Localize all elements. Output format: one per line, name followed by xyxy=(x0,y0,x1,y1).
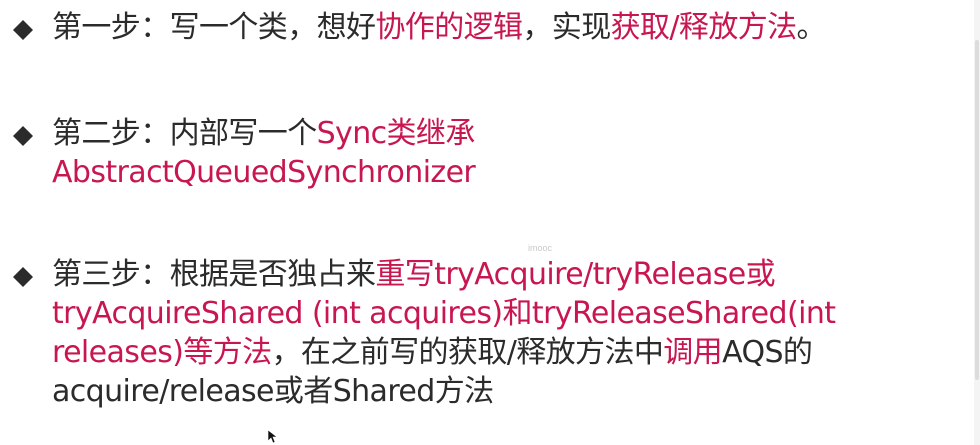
bullet-text: 第三步：根据是否独占来重写tryAcquire/tryRelease或tryAc… xyxy=(52,255,967,411)
text-run: ，在之前写的获取/释放方法中 xyxy=(271,335,664,370)
bullet-text: 第一步：写一个类，想好协作的逻辑，实现获取/释放方法。 xyxy=(52,8,967,47)
slide: 第一步：写一个类，想好协作的逻辑，实现获取/释放方法。 第二步：内部写一个Syn… xyxy=(0,0,980,445)
diamond-bullet-icon xyxy=(13,20,33,40)
text-run: 第三步：根据是否独占来 xyxy=(52,257,376,292)
mouse-pointer-icon xyxy=(267,429,278,444)
text-run: 第二步：内部写一个 xyxy=(52,116,317,151)
bullet-text: 第二步：内部写一个Sync类继承 AbstractQueuedSynchroni… xyxy=(52,114,572,192)
diamond-bullet-icon xyxy=(13,126,33,146)
watermark-text: imooc xyxy=(528,243,553,253)
highlight-run: 调用 xyxy=(663,335,723,370)
vertical-scrollbar[interactable] xyxy=(974,0,980,445)
highlight-run: 协作的逻辑 xyxy=(375,10,523,45)
text-run: 。 xyxy=(796,10,827,45)
scrollbar-thumb[interactable] xyxy=(975,40,979,380)
text-run: 第一步：写一个类，想好 xyxy=(52,10,376,45)
highlight-run: 获取/释放方法 xyxy=(610,10,798,45)
diamond-bullet-icon xyxy=(13,267,33,287)
text-run: ，实现 xyxy=(522,10,611,45)
